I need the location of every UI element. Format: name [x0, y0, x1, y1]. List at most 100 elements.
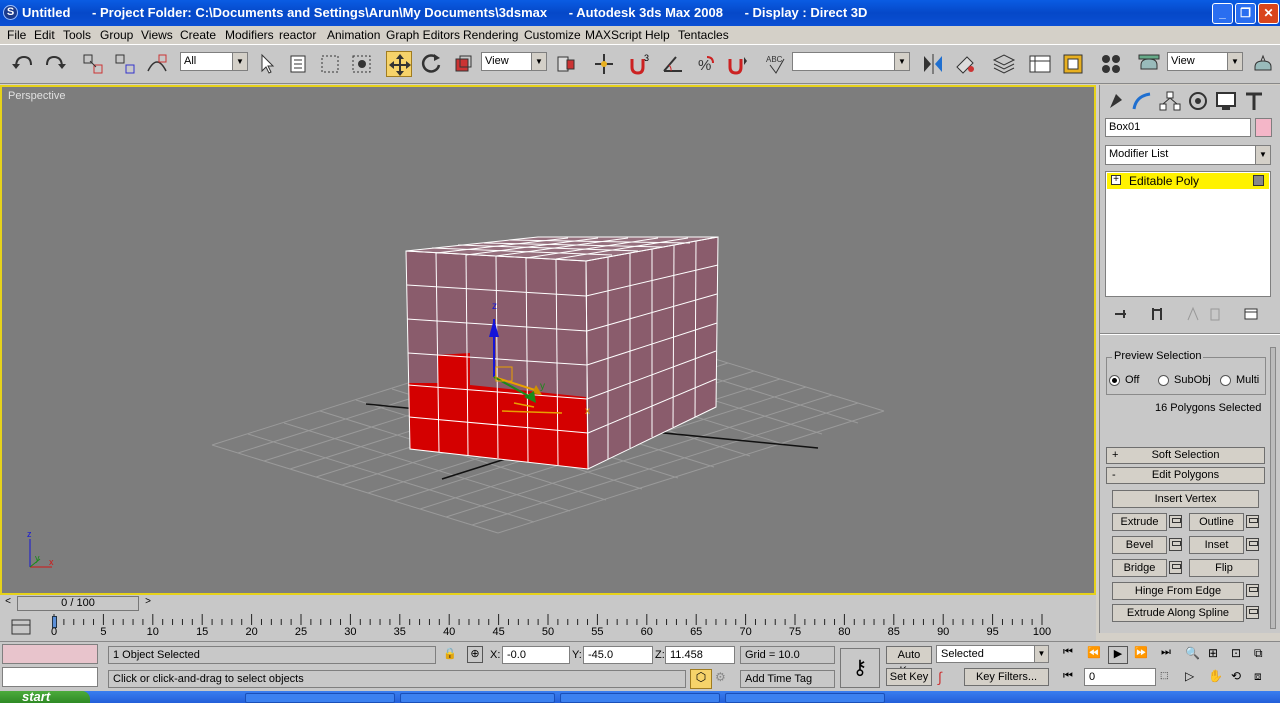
menu-customize[interactable]: Customize: [524, 28, 581, 42]
schematic-view-icon[interactable]: [1060, 51, 1086, 77]
select-and-move-icon[interactable]: [386, 51, 412, 77]
quick-render-icon[interactable]: [1250, 51, 1276, 77]
bridge-settings-icon[interactable]: [1169, 561, 1182, 574]
z-coordinate-field[interactable]: 11.458: [665, 646, 735, 664]
time-config-icon[interactable]: ⚙: [715, 670, 733, 688]
bevel-settings-icon[interactable]: [1169, 538, 1182, 551]
key-tangent-icon[interactable]: ∫: [938, 669, 958, 687]
key-mode-toggle-icon[interactable]: ⏮: [1058, 670, 1078, 688]
select-by-name-icon[interactable]: [285, 51, 311, 77]
time-configuration-icon[interactable]: ⬚: [1160, 670, 1174, 688]
object-color-swatch[interactable]: [1255, 118, 1272, 137]
extrude-settings-icon[interactable]: [1169, 515, 1182, 528]
current-frame-field[interactable]: 0: [1084, 668, 1156, 686]
time-slider-thumb[interactable]: 0 / 100: [17, 596, 139, 611]
maxscript-input[interactable]: [2, 667, 98, 687]
bridge-button[interactable]: Bridge: [1112, 559, 1167, 577]
remove-modifier-icon[interactable]: [1206, 306, 1224, 322]
unlink-selection-icon[interactable]: [112, 51, 138, 77]
menu-help[interactable]: Help: [645, 28, 670, 42]
zoom-extents-all-icon[interactable]: ⧉: [1254, 646, 1272, 664]
mirror-icon[interactable]: [920, 51, 946, 77]
show-end-result-icon[interactable]: [1148, 306, 1166, 322]
stack-item-toggle-icon[interactable]: [1253, 175, 1264, 186]
zoom-extents-icon[interactable]: ⊡: [1231, 646, 1249, 664]
rectangular-selection-icon[interactable]: [317, 51, 343, 77]
previous-frame-icon[interactable]: ⏪: [1084, 646, 1104, 664]
menu-rendering[interactable]: Rendering: [463, 28, 518, 42]
key-mode-dropdown[interactable]: Selected ▼: [936, 645, 1049, 663]
menu-group[interactable]: Group: [100, 28, 133, 42]
bind-to-space-warp-icon[interactable]: [144, 51, 170, 77]
menu-maxscript[interactable]: MAXScript: [585, 28, 642, 42]
extrude-spline-settings-icon[interactable]: [1246, 606, 1259, 619]
hinge-from-edge-button[interactable]: Hinge From Edge: [1112, 582, 1244, 600]
pan-view-icon[interactable]: ✋: [1208, 669, 1226, 687]
menu-reactor[interactable]: reactor: [279, 28, 316, 42]
reference-coordinate-dropdown[interactable]: View ▼: [481, 52, 547, 71]
angle-snap-icon[interactable]: [660, 51, 686, 77]
maximize-button[interactable]: ❐: [1235, 3, 1256, 24]
create-tab-icon[interactable]: [1102, 90, 1126, 112]
taskbar-item[interactable]: [725, 693, 885, 703]
radio-subobj[interactable]: [1158, 375, 1169, 386]
motion-tab-icon[interactable]: [1186, 90, 1210, 112]
menu-file[interactable]: File: [7, 28, 26, 42]
pin-stack-icon[interactable]: [1112, 306, 1130, 322]
track-bar[interactable]: 0 5 10 15 20 25 30 35 40 45 50 55 60 65 70 75 80 85 90 95 10…: [0, 613, 1096, 641]
select-and-manipulate-icon[interactable]: [591, 51, 617, 77]
bevel-button[interactable]: Bevel: [1112, 536, 1167, 554]
edit-named-selection-icon[interactable]: ABC: [764, 51, 790, 77]
go-to-start-icon[interactable]: ⏮: [1058, 646, 1078, 664]
percent-snap-icon[interactable]: %: [693, 51, 719, 77]
expand-icon[interactable]: +: [1111, 175, 1121, 185]
arc-rotate-icon[interactable]: ⟲: [1231, 669, 1249, 687]
menu-modifiers[interactable]: Modifiers: [225, 28, 274, 42]
maxscript-listener-mini[interactable]: [2, 644, 98, 664]
pivot-center-icon[interactable]: [553, 51, 579, 77]
spinner-snap-icon[interactable]: [725, 51, 751, 77]
absolute-mode-icon[interactable]: ⊕: [467, 646, 483, 663]
render-scene-icon[interactable]: [1136, 51, 1162, 77]
select-and-rotate-icon[interactable]: [418, 51, 444, 77]
play-icon[interactable]: ▶: [1108, 646, 1128, 664]
align-icon[interactable]: [953, 51, 979, 77]
taskbar-item[interactable]: [245, 693, 395, 703]
close-button[interactable]: ✕: [1258, 3, 1279, 24]
menu-tentacles[interactable]: Tentacles: [678, 28, 729, 42]
object-name-field[interactable]: Box01: [1105, 118, 1251, 137]
track-view-icon[interactable]: [1027, 51, 1053, 77]
layer-manager-icon[interactable]: [991, 51, 1017, 77]
render-view-dropdown[interactable]: View ▼: [1167, 52, 1243, 71]
maximize-viewport-icon[interactable]: ⧈: [1254, 669, 1272, 687]
taskbar-item[interactable]: [560, 693, 720, 703]
radio-multi[interactable]: [1220, 375, 1231, 386]
modify-tab-icon[interactable]: [1130, 90, 1154, 112]
time-slider-prev-icon[interactable]: <: [2, 596, 14, 610]
current-frame-marker[interactable]: [52, 616, 57, 628]
inset-settings-icon[interactable]: [1246, 538, 1259, 551]
start-button[interactable]: start: [0, 691, 90, 703]
snaps-toggle-icon[interactable]: 3: [627, 51, 653, 77]
modifier-list-dropdown[interactable]: Modifier List ▼: [1105, 145, 1271, 165]
make-unique-icon[interactable]: [1184, 306, 1202, 322]
stack-item-editable-poly[interactable]: + Editable Poly: [1107, 173, 1269, 189]
inset-button[interactable]: Inset: [1189, 536, 1244, 554]
edit-polygons-rollout[interactable]: - Edit Polygons: [1106, 467, 1265, 484]
menu-views[interactable]: Views: [141, 28, 173, 42]
select-and-scale-icon[interactable]: [450, 51, 476, 77]
extrude-button[interactable]: Extrude: [1112, 513, 1167, 531]
minimize-button[interactable]: _: [1212, 3, 1233, 24]
taskbar-item[interactable]: [400, 693, 555, 703]
undo-icon[interactable]: [10, 51, 36, 77]
zoom-all-icon[interactable]: ⊞: [1208, 646, 1226, 664]
lock-selection-icon[interactable]: 🔒: [443, 647, 457, 660]
zoom-icon[interactable]: 🔍: [1185, 646, 1203, 664]
y-coordinate-field[interactable]: -45.0: [583, 646, 653, 664]
menu-edit[interactable]: Edit: [34, 28, 55, 42]
display-tab-icon[interactable]: [1214, 90, 1238, 112]
utilities-tab-icon[interactable]: [1242, 90, 1266, 112]
key-filters-button[interactable]: Key Filters...: [964, 668, 1049, 686]
hinge-settings-icon[interactable]: [1246, 584, 1259, 597]
menu-animation[interactable]: Animation: [327, 28, 380, 42]
